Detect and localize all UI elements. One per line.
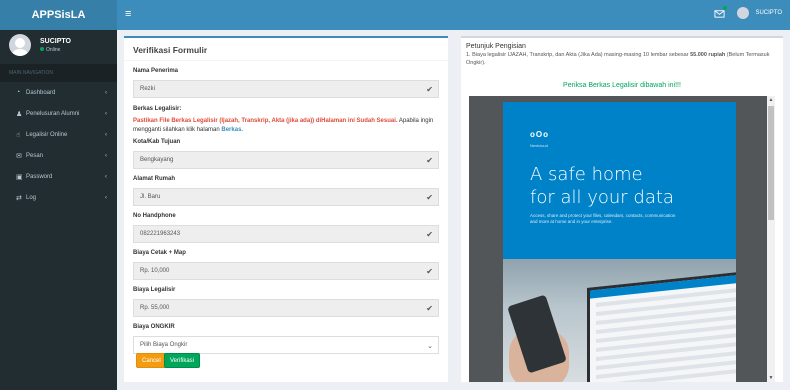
- main-navigation-header: MAIN NAVIGATION: [0, 64, 117, 82]
- berkas-link[interactable]: Berkas: [221, 127, 241, 133]
- envelope-icon[interactable]: [714, 5, 728, 19]
- nextcloud-logo-text: Nextcloud: [530, 143, 548, 148]
- legalisir-warning: Pastikan File Berkas Legalisir (Ijazah, …: [133, 118, 398, 124]
- sidebar-item-pesan[interactable]: ✉ Pesan ‹: [0, 145, 117, 166]
- header-user-name[interactable]: SUCIPTO: [755, 10, 782, 16]
- biaya-ongkir-select[interactable]: Pilih Biaya Ongkir ⌄: [133, 336, 439, 354]
- alamat-rumah-group: Alamat Rumah Jl. Baru ✔: [133, 176, 439, 206]
- dashboard-icon: ◔: [16, 89, 21, 96]
- check-icon: ✔: [426, 156, 433, 165]
- chevron-left-icon: ‹: [105, 173, 107, 180]
- legalisir-note: Pastikan File Berkas Legalisir (Ijazah, …: [133, 118, 434, 133]
- nama-penerima-field[interactable]: Rezki ✔: [133, 80, 439, 98]
- biaya-legalisir-label: Biaya Legalisir: [133, 287, 176, 293]
- cancel-button[interactable]: Cancel: [136, 353, 167, 368]
- biaya-ongkir-group: Biaya ONGKIR Pilih Biaya Ongkir ⌄: [133, 324, 439, 354]
- sidebar-user-name: SUCIPTO: [40, 37, 71, 45]
- biaya-legalisir-group: Biaya Legalisir Rp. 55,000 ✔: [133, 287, 439, 317]
- kota-tujuan-label: Kota/Kab Tujuan: [133, 139, 181, 145]
- user-avatar-icon[interactable]: [737, 7, 750, 19]
- avatar: [9, 34, 31, 56]
- nama-penerima-label: Nama Penerima: [133, 68, 179, 74]
- scroll-down-icon[interactable]: ▼: [767, 375, 775, 381]
- scroll-thumb[interactable]: [768, 106, 774, 220]
- user-status: Online: [40, 46, 71, 53]
- check-icon: ✔: [426, 304, 433, 313]
- chevron-left-icon: ‹: [105, 110, 107, 117]
- viewer-scrollbar[interactable]: ▲ ▼: [767, 96, 775, 382]
- document-headline: A safe home for all your data: [530, 164, 674, 208]
- berkas-legalisir-label: Berkas Legalisir:: [133, 106, 182, 112]
- periksa-heading: Periksa Berkas Legalisir dibawah ini!!!: [563, 82, 681, 89]
- chevron-left-icon: ‹: [105, 194, 107, 201]
- envelope-icon: ✉: [16, 152, 22, 160]
- user-panel: SUCIPTO Online: [0, 30, 117, 60]
- no-handphone-field[interactable]: 082221963243 ✔: [133, 225, 439, 243]
- document-viewer[interactable]: oOo Nextcloud A safe home for all your da…: [469, 96, 775, 382]
- check-icon: ✔: [426, 267, 433, 276]
- check-icon: ✔: [426, 230, 433, 239]
- check-icon: ✔: [426, 85, 433, 94]
- sidebar-item-log[interactable]: ⇄ Log ‹: [0, 187, 117, 208]
- sidebar-item-password[interactable]: ▣ Password ‹: [0, 166, 117, 187]
- chevron-left-icon: ‹: [105, 152, 107, 159]
- sidebar: SUCIPTO Online MAIN NAVIGATION ◔ Dashboar…: [0, 30, 117, 390]
- lock-icon: ▣: [16, 173, 23, 181]
- biaya-ongkir-label: Biaya ONGKIR: [133, 324, 175, 330]
- no-handphone-label: No Handphone: [133, 213, 176, 219]
- no-handphone-group: No Handphone 082221963243 ✔: [133, 213, 439, 243]
- top-navbar: ≡ SUCIPTO: [117, 0, 790, 30]
- online-dot-icon: [40, 46, 44, 51]
- hamburger-icon[interactable]: ≡: [125, 9, 131, 20]
- chevron-down-icon: ⌄: [427, 343, 433, 350]
- app-title: APPSisLA: [31, 9, 86, 21]
- biaya-cetak-label: Biaya Cetak + Map: [133, 250, 186, 256]
- document-page: oOo Nextcloud A safe home for all your da…: [503, 102, 736, 382]
- scroll-up-icon[interactable]: ▲: [767, 97, 775, 103]
- chevron-left-icon: ‹: [105, 131, 107, 138]
- form-panel: Verifikasi Formulir Nama Penerima Rezki ✔…: [117, 30, 448, 390]
- biaya-cetak-field[interactable]: Rp. 10,000 ✔: [133, 262, 439, 280]
- biaya-legalisir-field[interactable]: Rp. 55,000 ✔: [133, 299, 439, 317]
- sidebar-item-dashboard[interactable]: ◔ Dashboard ‹: [0, 82, 117, 103]
- berkas-legalisir-group: Berkas Legalisir:: [133, 106, 439, 112]
- alamat-rumah-field[interactable]: Jl. Baru ✔: [133, 188, 439, 206]
- document-description: Access, share and protect your files, ca…: [530, 213, 676, 224]
- biaya-cetak-group: Biaya Cetak + Map Rp. 10,000 ✔: [133, 250, 439, 280]
- kota-tujuan-field[interactable]: Bengkayang ✔: [133, 151, 439, 169]
- navbar-right: SUCIPTO: [714, 5, 782, 19]
- nextcloud-logo: oOo: [530, 130, 549, 139]
- user-icon: ♟: [16, 110, 23, 118]
- petunjuk-panel: Petunjuk Pengisian 1. Biaya legalisir IJ…: [461, 36, 783, 382]
- verifikasi-form-box: Verifikasi Formulir Nama Penerima Rezki ✔…: [124, 36, 448, 382]
- petunjuk-title: Petunjuk Pengisian: [466, 43, 526, 50]
- sidebar-item-penelusuran-alumni[interactable]: ♟ Penelusuran Alumni ‹: [0, 103, 117, 124]
- sidebar-item-legalisir-online[interactable]: ☝ Legalisir Online ‹: [0, 124, 117, 145]
- random-icon: ⇄: [16, 194, 22, 202]
- alamat-rumah-label: Alamat Rumah: [133, 176, 176, 182]
- verifikasi-button[interactable]: Verifikasi: [164, 353, 201, 368]
- app-logo[interactable]: APPSisLA: [0, 0, 117, 30]
- check-icon: ✔: [426, 193, 433, 202]
- document-photo: [503, 259, 736, 382]
- kota-tujuan-group: Kota/Kab Tujuan Bengkayang ✔: [133, 139, 439, 169]
- thumbs-up-icon: ☝: [16, 131, 21, 139]
- nama-penerima-group: Nama Penerima Rezki ✔: [133, 68, 439, 98]
- petunjuk-text: 1. Biaya legalisir IJAZAH, Transkrip, da…: [466, 52, 770, 66]
- form-title: Verifikasi Formulir: [124, 38, 448, 61]
- chevron-left-icon: ‹: [105, 89, 107, 96]
- laptop-image: [587, 270, 736, 382]
